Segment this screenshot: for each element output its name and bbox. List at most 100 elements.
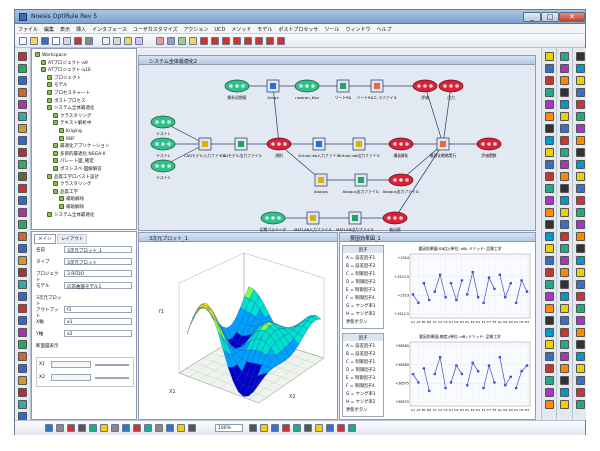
factor-list-item[interactable]: E = 制御因子3 <box>346 287 375 293</box>
tool-icon[interactable] <box>545 292 554 301</box>
factor-list-item[interactable]: 更新ボタン <box>346 407 367 413</box>
menu-item[interactable]: モデル <box>254 24 275 33</box>
tool-icon[interactable] <box>18 196 27 205</box>
toolbar-button[interactable] <box>188 424 196 432</box>
tree-item[interactable]: 品質工学 <box>53 188 78 196</box>
tool-icon[interactable] <box>576 160 585 169</box>
toolbar-button[interactable] <box>200 37 208 45</box>
property-value[interactable]: 3 RFDO <box>64 270 132 277</box>
factor-list-item[interactable]: D = 制御因子2 <box>346 367 376 373</box>
tool-icon[interactable] <box>18 172 27 181</box>
tree-item[interactable]: パレート図_確定 <box>53 158 94 165</box>
tool-icon[interactable] <box>18 292 27 301</box>
x1-input[interactable] <box>51 361 91 368</box>
tool-icon[interactable] <box>576 64 585 73</box>
toolbar-button[interactable] <box>293 424 301 432</box>
menu-item[interactable]: ヘルプ <box>373 24 394 33</box>
tool-icon[interactable] <box>18 400 27 409</box>
tool-icon[interactable] <box>560 208 569 217</box>
menu-item[interactable]: UCD <box>211 25 228 33</box>
tool-icon[interactable] <box>560 136 569 145</box>
toolbar-button[interactable] <box>282 424 290 432</box>
tree-item[interactable]: 品質工学ロバスト設計 <box>47 173 99 181</box>
tree-item[interactable]: テキスト解析中 <box>53 120 91 127</box>
factor-list-item[interactable]: C = 制御因子1 <box>346 359 375 365</box>
menu-item[interactable]: ユーザカスタマイズ <box>130 24 181 33</box>
flow-node[interactable]: nastran_Kbo <box>294 79 319 100</box>
tool-icon[interactable] <box>560 316 569 325</box>
tree-item[interactable]: ATプロジェクト-a9 <box>41 59 88 67</box>
toolbar-button[interactable] <box>260 424 268 432</box>
factor-list-item[interactable]: D = 制御因子2 <box>346 279 376 285</box>
tool-icon[interactable] <box>545 340 554 349</box>
toolbar-button[interactable] <box>122 424 130 432</box>
tool-icon[interactable] <box>576 112 585 121</box>
flow-node[interactable]: ソートRKエ-ラファイル <box>357 79 398 100</box>
toolbar-button[interactable] <box>133 424 141 432</box>
tree-item[interactable]: 最適化アプリケーション <box>53 143 109 150</box>
tool-icon[interactable] <box>545 280 554 289</box>
factor-list-item[interactable]: A = 誤差因子1 <box>346 343 375 349</box>
property-value[interactable]: 応答曲面モデル1 <box>64 282 132 290</box>
toolbar-button[interactable] <box>56 424 64 432</box>
toolbar-button[interactable] <box>102 37 110 45</box>
tool-icon[interactable] <box>18 112 27 121</box>
x2-input[interactable] <box>51 374 91 381</box>
toolbar-button[interactable] <box>74 37 82 45</box>
toolbar-button[interactable] <box>100 424 108 432</box>
flow-node[interactable]: Abaqus <box>314 173 328 194</box>
flow-node[interactable]: テスト2 <box>150 137 176 158</box>
tool-icon[interactable] <box>560 220 569 229</box>
tool-icon[interactable] <box>576 76 585 85</box>
toolbar-button[interactable] <box>189 37 197 45</box>
factor-list-item[interactable]: 更新ボタン <box>346 319 367 325</box>
tool-icon[interactable] <box>560 232 569 241</box>
toolbar-button[interactable] <box>167 37 175 45</box>
flow-node[interactable]: MATLAB入力ファイル <box>294 211 332 232</box>
tool-icon[interactable] <box>576 148 585 157</box>
plot3d-canvas[interactable]: X1 X2 f1 <box>139 243 337 419</box>
factor-list-item[interactable]: F = 制御因子4 <box>346 295 375 301</box>
toolbar-button[interactable] <box>244 37 252 45</box>
tool-icon[interactable] <box>545 52 554 61</box>
tool-icon[interactable] <box>545 376 554 385</box>
tool-icon[interactable] <box>560 88 569 97</box>
tool-icon[interactable] <box>545 220 554 229</box>
factor-list-item[interactable]: C = 制御因子1 <box>346 271 375 277</box>
tree-item[interactable]: プロセスチャート <box>47 90 90 97</box>
tool-icon[interactable] <box>545 112 554 121</box>
tool-icon[interactable] <box>560 244 569 253</box>
toolbar-button[interactable] <box>233 37 241 45</box>
tool-icon[interactable] <box>545 160 554 169</box>
flow-node[interactable]: CADモデル出力ファイル <box>220 137 263 158</box>
toolbar-button[interactable] <box>113 37 121 45</box>
tool-icon[interactable] <box>18 328 27 337</box>
tool-icon[interactable] <box>18 388 27 397</box>
tool-icon[interactable] <box>576 340 585 349</box>
toolbar-button[interactable] <box>78 424 86 432</box>
tool-icon[interactable] <box>18 232 27 241</box>
tool-icon[interactable] <box>545 196 554 205</box>
tool-icon[interactable] <box>545 76 554 85</box>
flow-node[interactable]: 出力 <box>438 79 464 100</box>
toolbar-button[interactable] <box>156 37 164 45</box>
tree-item[interactable]: ATプロジェクト-a10 <box>41 67 91 74</box>
toolbar-button[interactable] <box>89 424 97 432</box>
tool-icon[interactable] <box>576 184 585 193</box>
tool-icon[interactable] <box>576 244 585 253</box>
tool-icon[interactable] <box>18 100 27 109</box>
tool-icon[interactable] <box>560 268 569 277</box>
toolbar-button[interactable] <box>211 37 219 45</box>
menu-item[interactable]: ファイル <box>15 24 41 33</box>
tree-item[interactable]: クラスタリング <box>53 181 91 188</box>
tool-icon[interactable] <box>545 304 554 313</box>
tool-icon[interactable] <box>18 76 27 85</box>
tool-icon[interactable] <box>560 196 569 205</box>
toolbar-button[interactable] <box>277 37 285 45</box>
tool-icon[interactable] <box>545 184 554 193</box>
tool-icon[interactable] <box>560 148 569 157</box>
toolbar-button[interactable] <box>315 424 323 432</box>
tool-icon[interactable] <box>576 52 585 61</box>
tool-icon[interactable] <box>18 220 27 229</box>
toolbar-button[interactable] <box>111 424 119 432</box>
